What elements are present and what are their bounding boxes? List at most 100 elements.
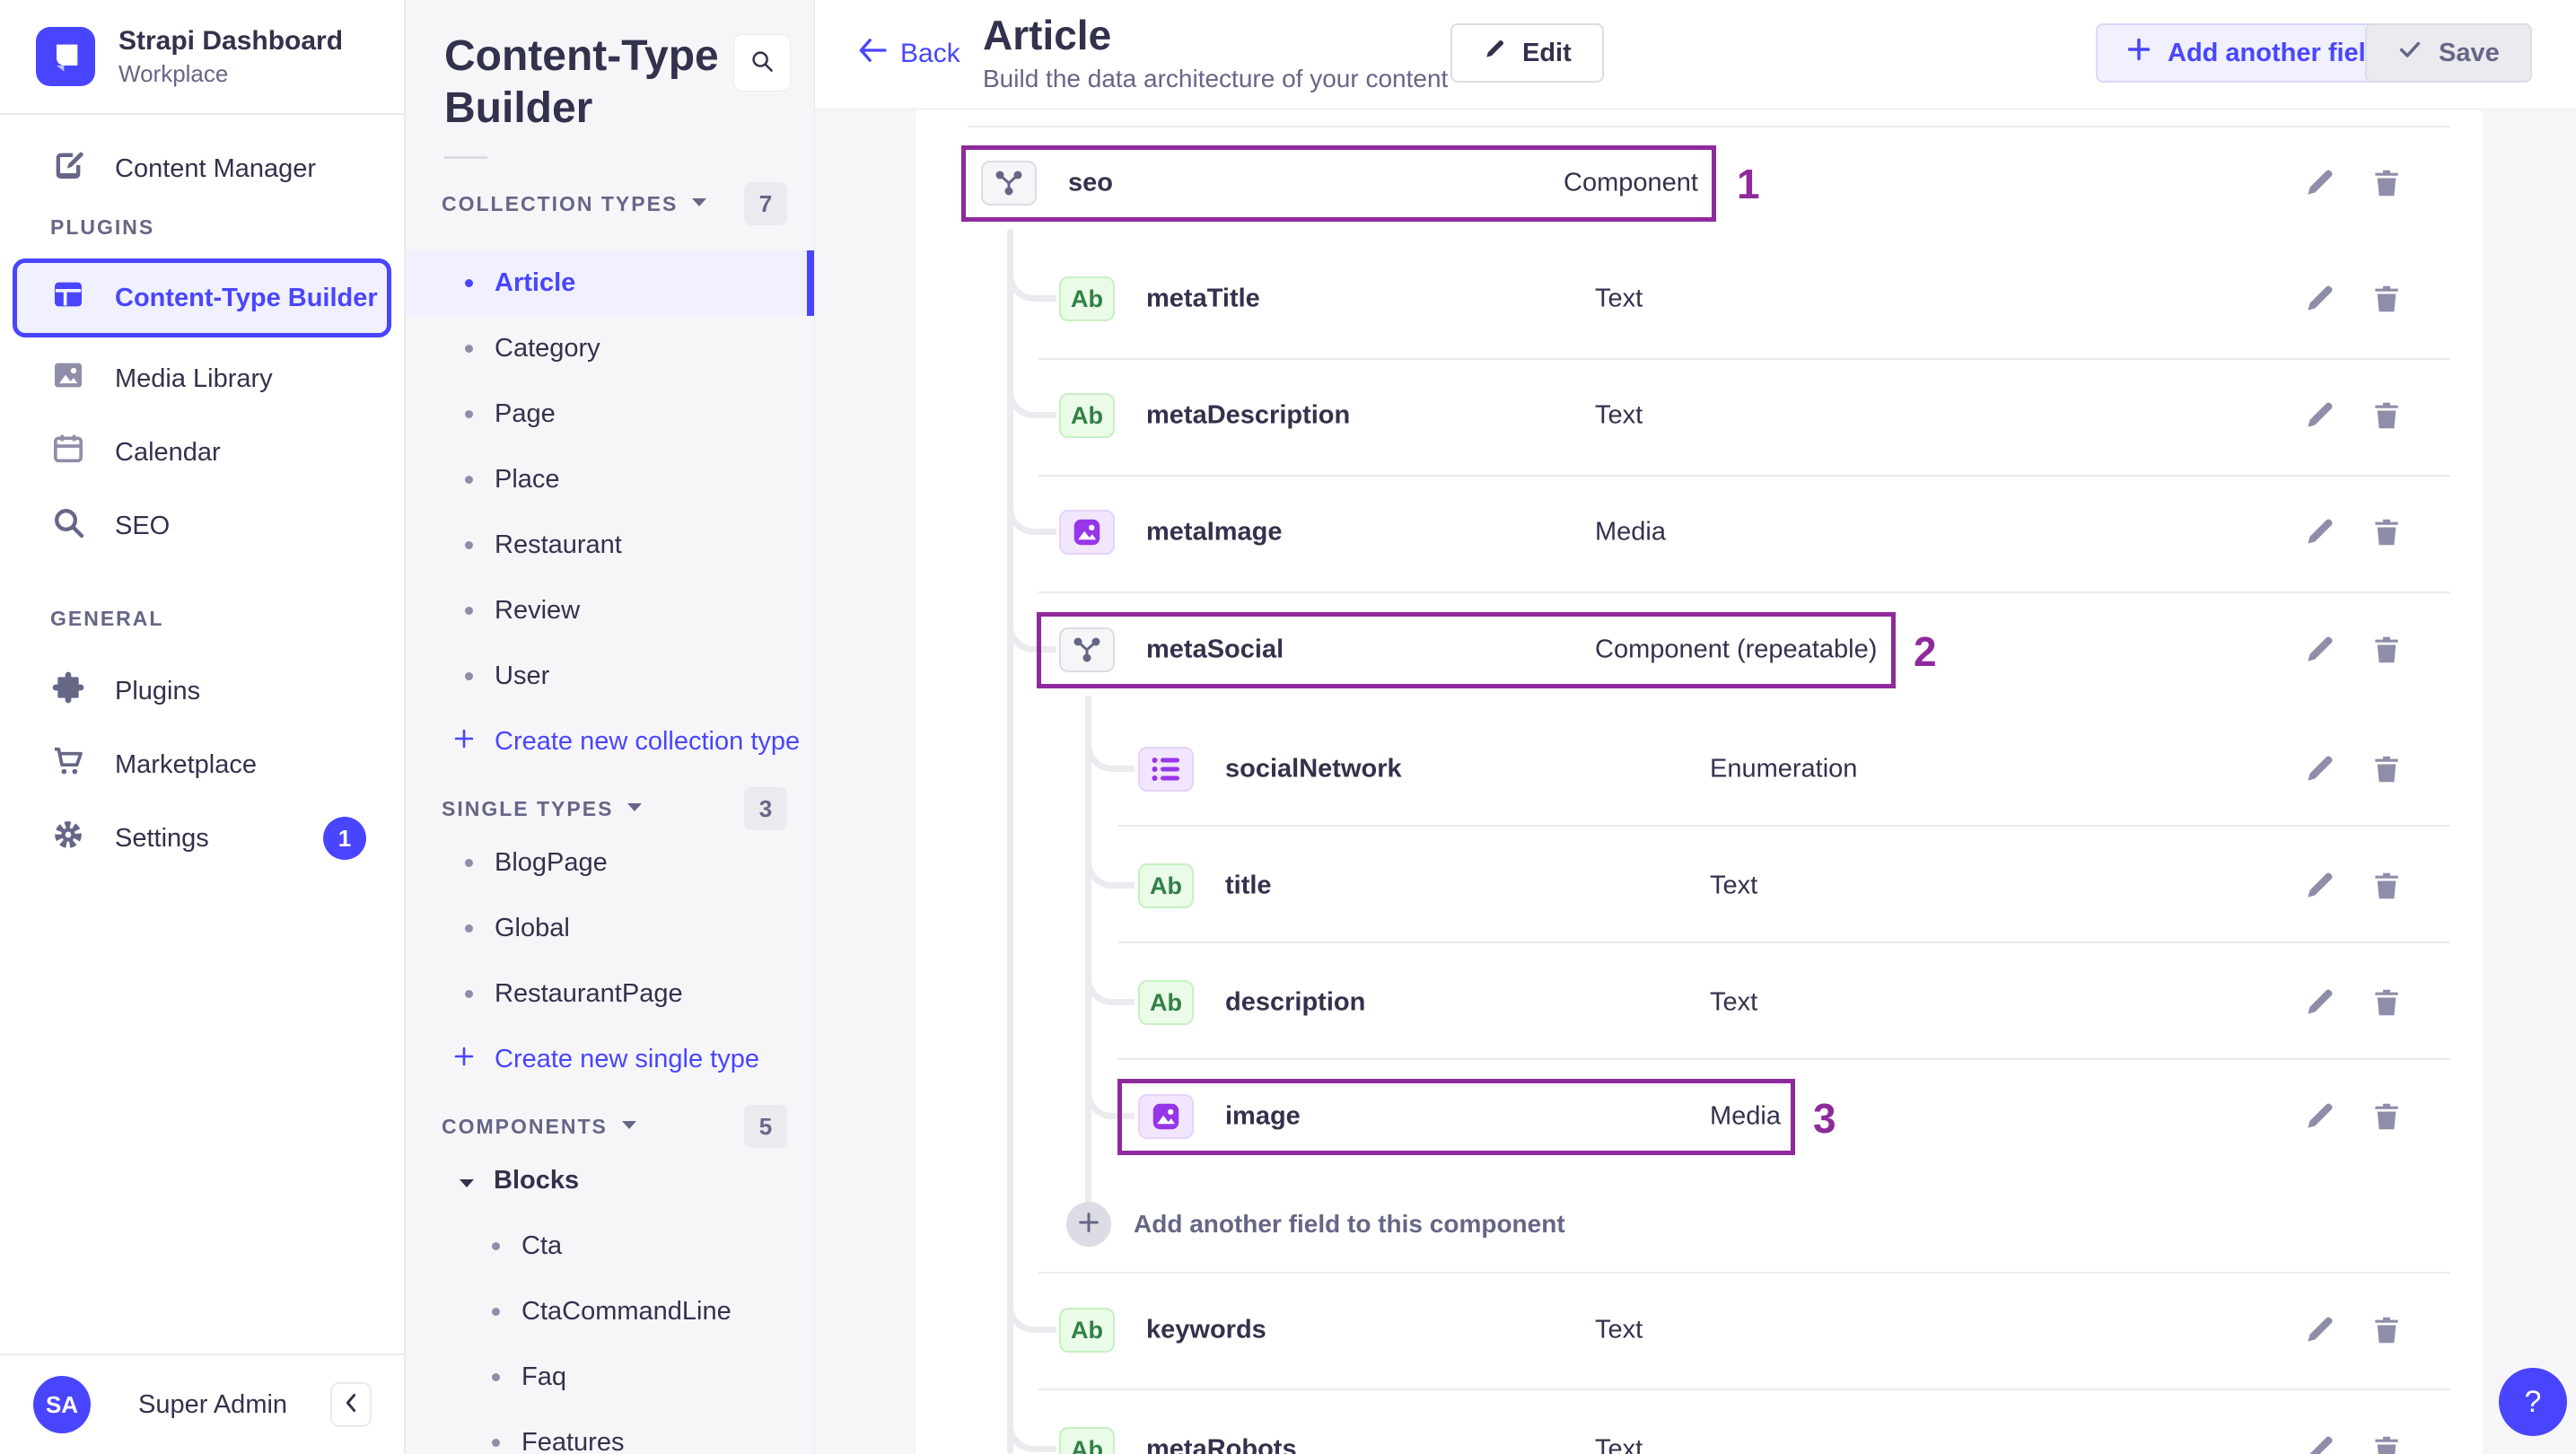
delete-field-button[interactable] xyxy=(2370,869,2404,903)
components-count-badge: 5 xyxy=(744,1105,787,1148)
nav-marketplace[interactable]: Marketplace xyxy=(0,738,404,792)
user-name: Super Admin xyxy=(138,1389,288,1419)
field-type: Text xyxy=(1595,284,1643,313)
sidebar-item-blogpage[interactable]: BlogPage xyxy=(406,830,814,896)
search-button[interactable] xyxy=(733,34,791,92)
section-label: SINGLE TYPES xyxy=(442,796,614,820)
bullet-icon xyxy=(465,410,473,418)
nav-item-label: Content-Type Builder xyxy=(115,283,378,312)
sidebar-item-cta[interactable]: Cta xyxy=(406,1213,814,1279)
delete-field-button[interactable] xyxy=(2370,166,2404,200)
help-button[interactable]: ? xyxy=(2499,1368,2567,1436)
row-divider xyxy=(1117,825,2450,827)
create-single-type-link[interactable]: Create new single type xyxy=(406,1027,814,1092)
field-row-metaimage: metaImage Media xyxy=(916,510,2483,555)
edit-field-button[interactable] xyxy=(2302,633,2336,667)
sidebar-item-category[interactable]: Category xyxy=(406,316,814,381)
title-divider xyxy=(444,156,487,159)
nav-settings[interactable]: Settings 1 xyxy=(0,811,404,865)
edit-field-button[interactable] xyxy=(2302,1432,2336,1454)
delete-field-button[interactable] xyxy=(2370,515,2404,549)
edit-field-button[interactable] xyxy=(2302,1313,2336,1347)
sidebar-item-review[interactable]: Review xyxy=(406,578,814,644)
nav-item-label: Marketplace xyxy=(115,749,257,779)
edit-button[interactable]: Edit xyxy=(1450,23,1604,83)
edit-field-button[interactable] xyxy=(2302,515,2336,549)
nav-seo[interactable]: SEO xyxy=(0,499,404,553)
single-types-header[interactable]: SINGLE TYPES 3 xyxy=(406,787,814,830)
field-row-metadescription: Ab metaDescription Text xyxy=(916,393,2483,438)
components-header[interactable]: COMPONENTS 5 xyxy=(406,1105,814,1148)
delete-field-button[interactable] xyxy=(2370,985,2404,1020)
field-type: Text xyxy=(1710,871,1758,900)
component-group-blocks[interactable]: Blocks xyxy=(406,1148,814,1213)
delete-field-button[interactable] xyxy=(2370,282,2404,316)
image-icon xyxy=(50,357,86,400)
field-row-metarobots: Ab metaRobots Text xyxy=(916,1427,2483,1454)
ctb-sidebar-title: Content-Type Builder xyxy=(444,32,719,132)
delete-field-button[interactable] xyxy=(2370,752,2404,786)
sidebar-item-user[interactable]: User xyxy=(406,644,814,709)
row-divider xyxy=(1117,1058,2450,1060)
save-button[interactable]: Save xyxy=(2365,23,2532,83)
delete-field-button[interactable] xyxy=(2370,1432,2404,1454)
user-avatar[interactable]: SA xyxy=(33,1376,91,1433)
sidebar-item-article[interactable]: Article xyxy=(406,250,814,316)
delete-field-button[interactable] xyxy=(2370,1099,2404,1134)
sidebar-item-place[interactable]: Place xyxy=(406,447,814,512)
nav-content-type-builder[interactable]: Content-Type Builder xyxy=(13,258,391,337)
settings-notification-badge: 1 xyxy=(323,817,366,860)
sidebar-item-global[interactable]: Global xyxy=(406,896,814,961)
item-label: Place xyxy=(495,465,560,494)
nav-calendar[interactable]: Calendar xyxy=(0,425,404,479)
annotation-box-1 xyxy=(961,145,1716,222)
workspace-name: Workplace xyxy=(118,59,229,87)
arrow-left-icon xyxy=(857,38,888,70)
back-link[interactable]: Back xyxy=(857,38,960,70)
edit-field-button[interactable] xyxy=(2302,752,2336,786)
field-row-title: Ab title Text xyxy=(916,863,2483,908)
sidebar-item-ctacommandline[interactable]: CtaCommandLine xyxy=(406,1279,814,1345)
row-divider xyxy=(1038,1388,2450,1390)
create-collection-type-link[interactable]: Create new collection type xyxy=(406,709,814,775)
bullet-icon xyxy=(465,990,473,998)
nav-content-manager[interactable]: Content Manager xyxy=(0,142,404,196)
field-type: Text xyxy=(1595,1434,1643,1454)
sidebar-item-restaurantpage[interactable]: RestaurantPage xyxy=(406,961,814,1027)
edit-field-button[interactable] xyxy=(2302,869,2336,903)
edit-field-button[interactable] xyxy=(2302,399,2336,433)
sidebar-item-restaurant[interactable]: Restaurant xyxy=(406,512,814,578)
row-divider xyxy=(968,126,2450,127)
edit-field-button[interactable] xyxy=(2302,166,2336,200)
single-count-badge: 3 xyxy=(744,787,787,830)
sidebar-item-faq[interactable]: Faq xyxy=(406,1345,814,1410)
nav-plugins[interactable]: Plugins xyxy=(0,664,404,718)
collection-types-header[interactable]: COLLECTION TYPES 7 xyxy=(406,182,814,225)
nav-item-label: SEO xyxy=(115,511,171,540)
delete-field-button[interactable] xyxy=(2370,633,2404,667)
search-icon xyxy=(50,504,86,547)
bullet-icon xyxy=(465,607,473,615)
chevron-down-icon xyxy=(621,1118,636,1134)
item-label: Article xyxy=(495,268,576,297)
add-component-field-label[interactable]: Add another field to this component xyxy=(1134,1210,1565,1239)
workspace-switcher[interactable]: Strapi Dashboard Workplace xyxy=(0,0,404,115)
edit-field-button[interactable] xyxy=(2302,985,2336,1020)
sidebar-item-page[interactable]: Page xyxy=(406,381,814,447)
add-component-field-button[interactable] xyxy=(1066,1202,1111,1247)
link-label: Create new collection type xyxy=(495,727,801,756)
edit-field-button[interactable] xyxy=(2302,1099,2336,1134)
edit-field-button[interactable] xyxy=(2302,282,2336,316)
nav-media-library[interactable]: Media Library xyxy=(0,352,404,406)
collapse-sidebar-button[interactable] xyxy=(330,1382,372,1427)
check-icon xyxy=(2397,37,2423,69)
item-label: Features xyxy=(521,1428,625,1454)
item-label: BlogPage xyxy=(495,848,608,877)
delete-field-button[interactable] xyxy=(2370,1313,2404,1347)
nav-item-label: Content Manager xyxy=(115,153,317,183)
chevron-down-icon xyxy=(692,196,707,212)
sidebar-footer: SA Super Admin xyxy=(0,1353,404,1454)
field-row-metatitle: Ab metaTitle Text xyxy=(916,276,2483,321)
delete-field-button[interactable] xyxy=(2370,399,2404,433)
sidebar-item-features[interactable]: Features xyxy=(406,1410,814,1454)
